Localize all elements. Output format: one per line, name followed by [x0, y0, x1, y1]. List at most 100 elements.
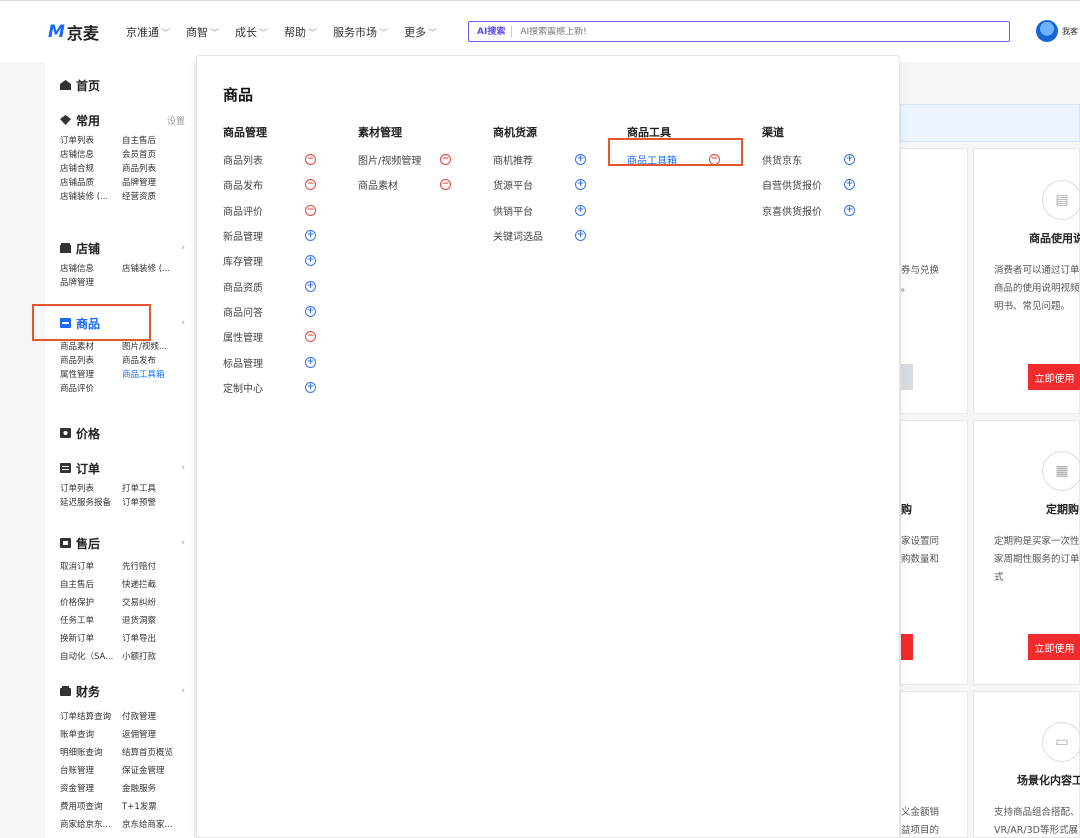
sidebar-link[interactable]: 京东给商家...	[122, 816, 184, 834]
ai-search-input[interactable]	[512, 26, 933, 37]
add-circle-icon[interactable]: +	[575, 204, 586, 216]
nav-growth[interactable]: 成长 ﹀	[235, 24, 268, 40]
menu-item[interactable]: 图片/视频管理 −	[358, 147, 483, 172]
menu-item-label[interactable]: 京喜供货报价	[762, 203, 822, 218]
menu-item-label[interactable]: 商机推荐	[493, 152, 533, 167]
add-circle-icon[interactable]: +	[305, 280, 316, 292]
add-circle-icon[interactable]: +	[305, 356, 316, 368]
sidebar-link[interactable]: 图片/视频...	[122, 340, 184, 354]
sidebar-link[interactable]: 经营资质	[122, 190, 184, 204]
menu-item[interactable]: 属性管理 −	[223, 324, 348, 349]
user-avatar[interactable]	[1036, 20, 1058, 42]
sidebar-link[interactable]: 商品评价	[60, 382, 122, 396]
sidebar-link[interactable]: 保证金管理	[122, 762, 184, 780]
sidebar-link[interactable]: 订单列表	[60, 134, 122, 148]
sidebar-link[interactable]: 换新订单	[60, 630, 122, 648]
menu-item[interactable]: 供货京东 +	[762, 147, 887, 172]
remove-circle-icon[interactable]: −	[440, 154, 451, 166]
sidebar-link[interactable]: 店铺装修 (...	[60, 190, 122, 204]
settings-link[interactable]: 设置	[167, 114, 185, 127]
sidebar-link[interactable]: 订单预警	[122, 496, 184, 510]
sidebar-link[interactable]: 退货洞察	[122, 612, 184, 630]
menu-item[interactable]: 货源平台 +	[493, 172, 618, 197]
add-circle-icon[interactable]: +	[305, 255, 316, 267]
sidebar-link[interactable]: 结算首页概览	[122, 744, 184, 762]
menu-item-label[interactable]: 关键词选品	[493, 228, 543, 243]
sidebar-link[interactable]: 订单结算查询	[60, 708, 122, 726]
menu-item-label[interactable]: 商品资质	[223, 279, 263, 294]
sidebar-link[interactable]: 店铺品质	[60, 176, 122, 190]
menu-item[interactable]: 商品问答 +	[223, 299, 348, 324]
sidebar-link[interactable]: 价格保护	[60, 594, 122, 612]
menu-item[interactable]: 商品资质 +	[223, 273, 348, 298]
sidebar-head-finance[interactable]: 财务 ›	[60, 682, 185, 700]
use-now-button[interactable]: 立即使用	[1028, 634, 1080, 660]
menu-item-label[interactable]: 商品素材	[358, 177, 398, 192]
menu-item-label[interactable]: 自营供货报价	[762, 177, 822, 192]
sidebar-link[interactable]: T+1发票	[122, 798, 184, 816]
add-circle-icon[interactable]: +	[305, 305, 316, 317]
menu-item-label[interactable]: 新品管理	[223, 228, 263, 243]
sidebar-link[interactable]: 商品列表	[122, 162, 184, 176]
add-circle-icon[interactable]: +	[575, 230, 586, 242]
sidebar-link[interactable]: 小额打款	[122, 648, 184, 666]
card-button-disabled[interactable]	[901, 364, 913, 390]
sidebar-link[interactable]: 店铺信息	[60, 148, 122, 162]
menu-item-label[interactable]: 图片/视频管理	[358, 152, 421, 167]
remove-circle-icon[interactable]: −	[305, 179, 316, 191]
sidebar-link[interactable]: 延迟服务报备	[60, 496, 122, 510]
use-now-button[interactable]: 立即使用	[1028, 364, 1080, 390]
add-circle-icon[interactable]: +	[844, 179, 855, 191]
menu-item[interactable]: 定制中心 +	[223, 375, 348, 400]
menu-item-label[interactable]: 商品列表	[223, 152, 263, 167]
sidebar-link[interactable]: 品牌管理	[122, 176, 184, 190]
sidebar-link[interactable]: 任务工单	[60, 612, 122, 630]
nav-jingzhuntong[interactable]: 京准通 ﹀	[126, 24, 170, 40]
sidebar-head-order[interactable]: 订单 ›	[60, 459, 185, 477]
sidebar-head-store[interactable]: 店铺 ›	[60, 239, 185, 257]
menu-item[interactable]: 商品列表 −	[223, 147, 348, 172]
sidebar-link[interactable]: 付款管理	[122, 708, 184, 726]
menu-item-label[interactable]: 供销平台	[493, 203, 533, 218]
sidebar-link[interactable]: 快递拦截	[122, 576, 184, 594]
sidebar-link[interactable]: 订单列表	[60, 482, 122, 496]
sidebar-link[interactable]: 会员首页	[122, 148, 184, 162]
sidebar-link[interactable]: 店铺装修 (...	[122, 262, 184, 276]
sidebar-link-goods-toolbox[interactable]: 商品工具箱	[122, 368, 184, 382]
sidebar-link[interactable]: 金融服务	[122, 780, 184, 798]
nav-service-market[interactable]: 服务市场 ﹀	[333, 24, 388, 40]
add-circle-icon[interactable]: +	[575, 179, 586, 191]
nav-help[interactable]: 帮助 ﹀	[284, 24, 317, 40]
nav-more[interactable]: 更多 ﹀	[404, 24, 437, 40]
jingmai-logo[interactable]: M 京麦	[48, 20, 99, 44]
menu-item-label[interactable]: 商品发布	[223, 177, 263, 192]
sidebar-link[interactable]: 属性管理	[60, 368, 122, 382]
sidebar-head-common[interactable]: 常用 设置	[60, 111, 185, 129]
sidebar-link[interactable]: 自主售后	[60, 576, 122, 594]
menu-item[interactable]: 商品素材 −	[358, 172, 483, 197]
sidebar-head-home[interactable]: 首页	[60, 76, 185, 94]
add-circle-icon[interactable]: +	[575, 154, 586, 166]
sidebar-link[interactable]: 打单工具	[122, 482, 184, 496]
sidebar-link[interactable]: 店铺信息	[60, 262, 122, 276]
menu-item[interactable]: 自营供货报价 +	[762, 172, 887, 197]
menu-item-label[interactable]: 商品问答	[223, 304, 263, 319]
menu-item[interactable]: 京喜供货报价 +	[762, 198, 887, 223]
remove-circle-icon[interactable]: −	[305, 154, 316, 166]
sidebar-link[interactable]: 返佣管理	[122, 726, 184, 744]
use-now-button-partial[interactable]	[901, 634, 913, 660]
sidebar-head-aftersale[interactable]: 售后 ›	[60, 534, 185, 552]
add-circle-icon[interactable]: +	[844, 154, 855, 166]
menu-item-label[interactable]: 属性管理	[223, 329, 263, 344]
menu-item[interactable]: 库存管理 +	[223, 248, 348, 273]
sidebar-link[interactable]: 商品发布	[122, 354, 184, 368]
sidebar-section-home[interactable]: 首页	[60, 76, 185, 94]
sidebar-link[interactable]: 台账管理	[60, 762, 122, 780]
sidebar-link[interactable]: 自主售后	[122, 134, 184, 148]
user-name[interactable]: 我客	[1062, 26, 1078, 37]
menu-item-label[interactable]: 库存管理	[223, 253, 263, 268]
menu-item[interactable]: 商品发布 −	[223, 172, 348, 197]
sidebar-link[interactable]: 品牌管理	[60, 276, 122, 290]
menu-item-label[interactable]: 商品评价	[223, 203, 263, 218]
menu-item-label[interactable]: 货源平台	[493, 177, 533, 192]
